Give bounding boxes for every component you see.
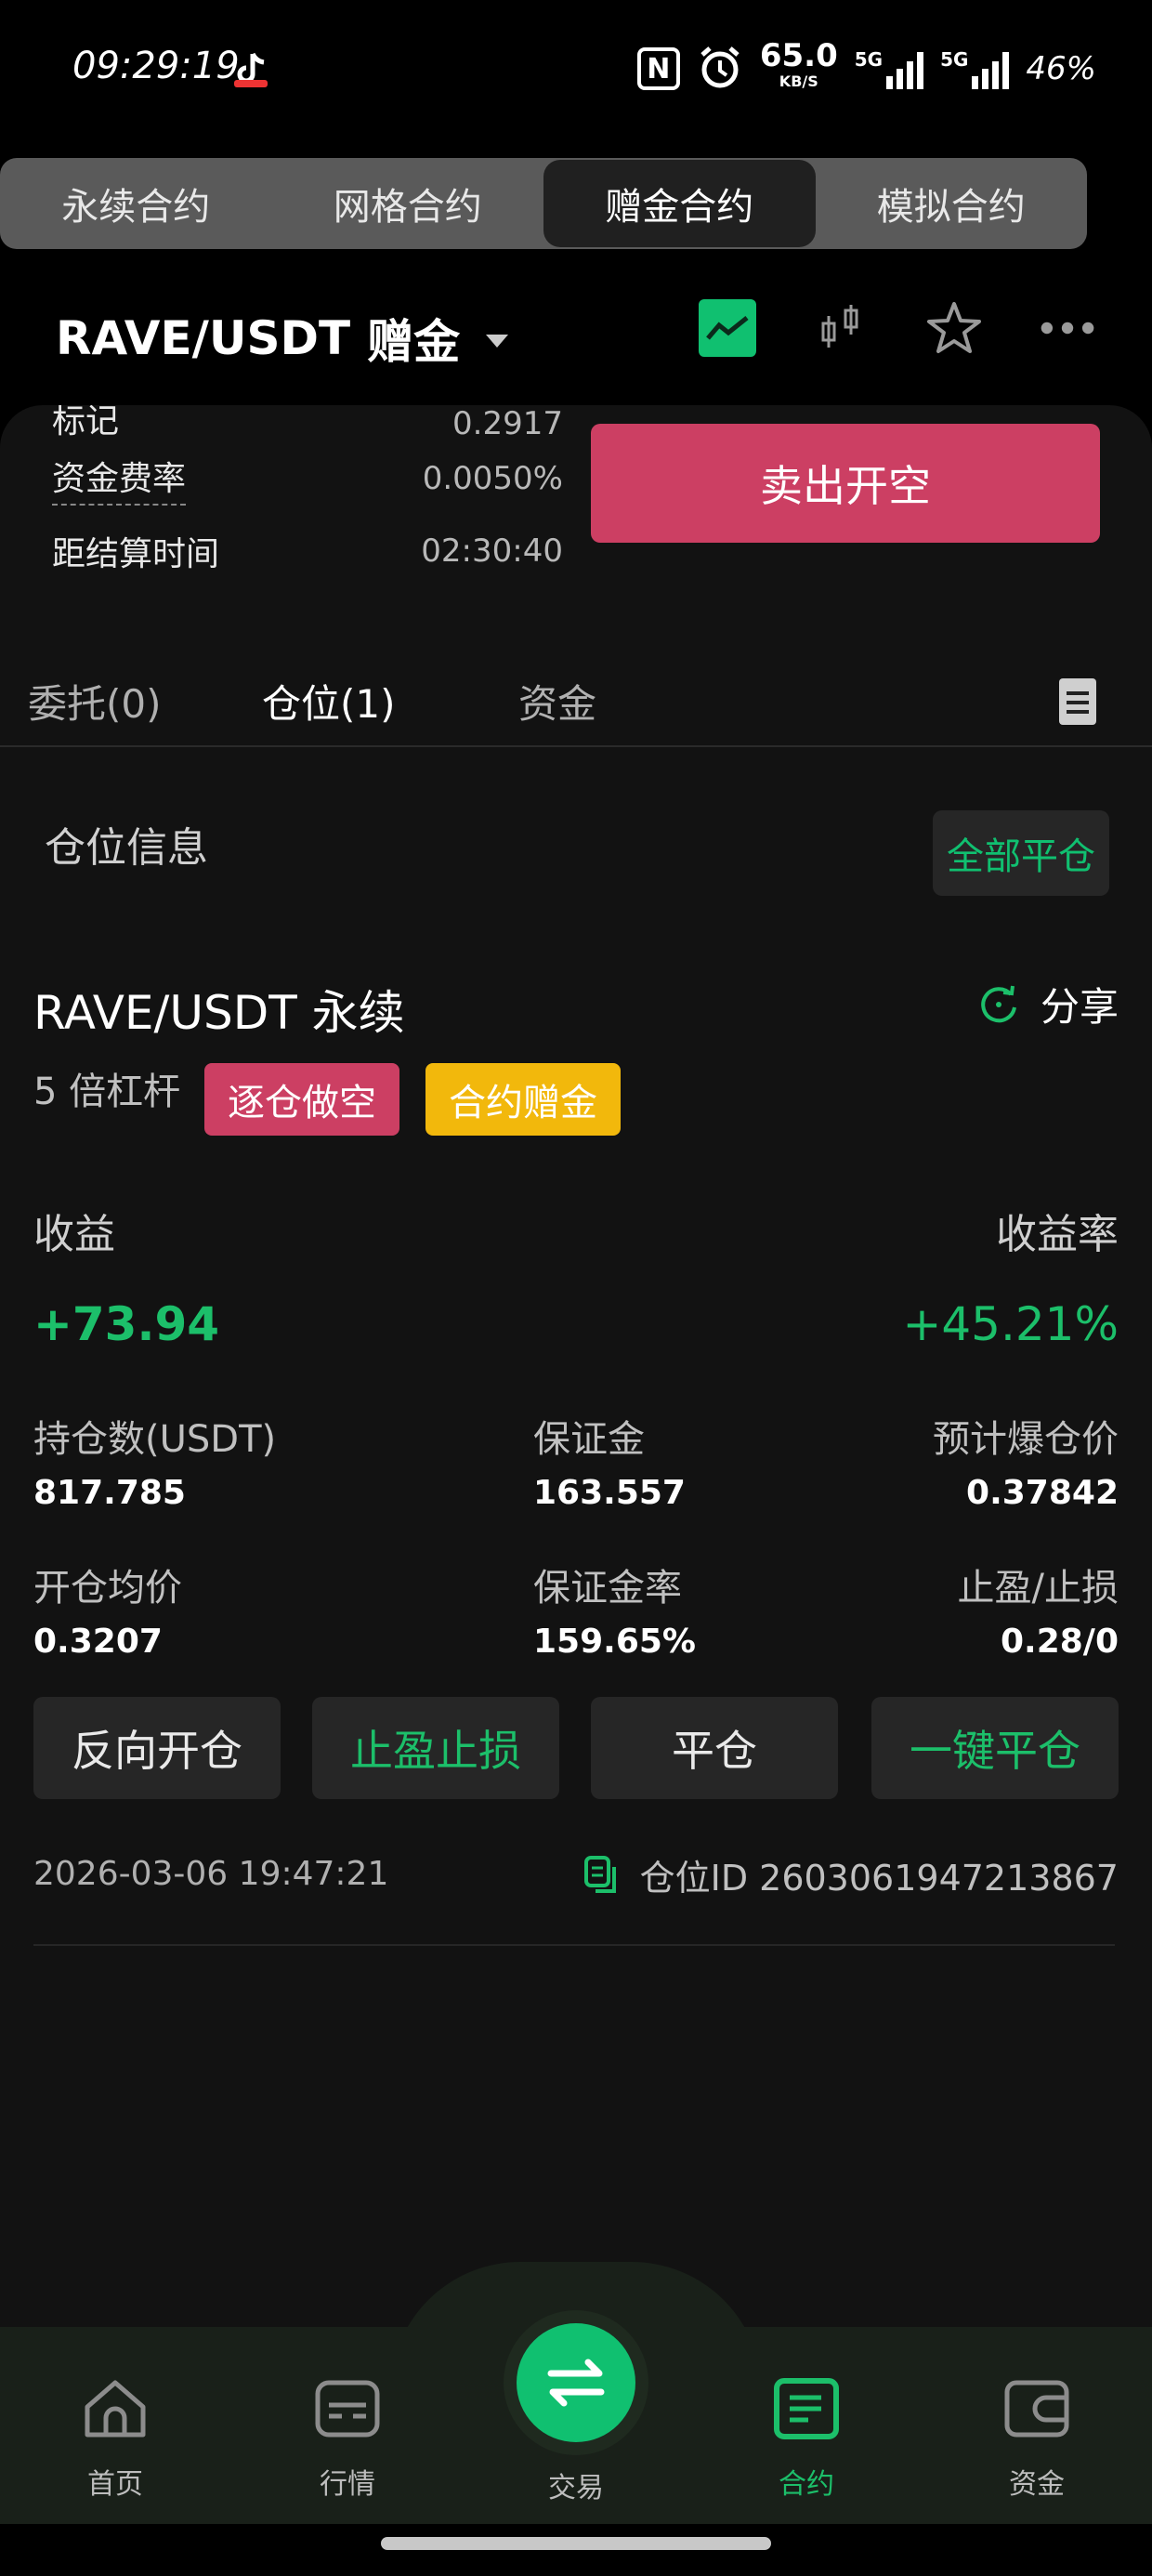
nav-futures-label: 合约	[779, 2468, 834, 2501]
tab-grid[interactable]: 网格合约	[272, 158, 544, 249]
mark-value: 0.2917	[452, 405, 563, 442]
funding-rate-label[interactable]: 资金费率	[52, 452, 187, 506]
order-list-icon[interactable]	[1059, 678, 1096, 725]
tpsl-value: 0.28/0	[1000, 1623, 1119, 1661]
close-all-button[interactable]: 全部平仓	[933, 810, 1109, 896]
more-icon[interactable]	[1039, 299, 1096, 357]
position-info-title: 仓位信息	[45, 824, 208, 872]
tab-demo[interactable]: 模拟合约	[816, 158, 1088, 249]
settlement-time-value: 02:30:40	[421, 532, 563, 570]
reverse-open-button[interactable]: 反向开仓	[33, 1697, 281, 1799]
nav-assets-label: 资金	[1009, 2468, 1065, 2501]
pair-selector[interactable]: RAVE/USDT 赠金	[56, 305, 509, 372]
tab-orders[interactable]: 委托(0)	[28, 673, 162, 729]
network-speed: 65.0 KB/S	[759, 37, 838, 90]
bonus-badge: 合约赠金	[425, 1063, 621, 1136]
roi-value: +45.21%	[902, 1297, 1119, 1351]
settlement-time-label: 距结算时间	[52, 535, 220, 573]
futures-icon	[774, 2378, 839, 2439]
roi-label: 收益率	[996, 1211, 1119, 1258]
market-info: 标记 0.2917 资金费率 0.0050% 距结算时间 02:30:40	[52, 405, 563, 587]
sell-short-button[interactable]: 卖出开空	[591, 424, 1100, 543]
alarm-icon	[697, 44, 743, 94]
nav-market-label: 行情	[320, 2468, 375, 2501]
pair-tag: 赠金	[367, 315, 461, 369]
nav-home-label: 首页	[87, 2468, 143, 2501]
tpsl-label: 止盈/止损	[957, 1567, 1119, 1610]
tab-funds[interactable]: 资金	[518, 673, 596, 729]
pair-symbol: RAVE/USDT	[56, 311, 351, 365]
tab-positions[interactable]: 仓位(1)	[262, 673, 396, 729]
tpsl-button[interactable]: 止盈止损	[312, 1697, 559, 1799]
mark-label: 标记	[52, 405, 120, 440]
position-title: RAVE/USDT 永续	[33, 986, 405, 1040]
leverage-label: 5 倍杠杆	[33, 1071, 181, 1113]
nav-home[interactable]: 首页	[41, 2375, 190, 2502]
nav-market[interactable]: 行情	[273, 2375, 422, 2502]
wallet-icon	[1004, 2380, 1069, 2438]
chart-icon[interactable]	[699, 299, 756, 357]
nav-trade-label: 交易	[548, 2472, 604, 2504]
signal-icon: 5G	[940, 48, 1010, 89]
position-size-label: 持仓数(USDT)	[33, 1418, 277, 1461]
margin-rate-label: 保证金率	[533, 1567, 682, 1610]
margin-value: 163.557	[533, 1474, 686, 1512]
liquidation-price-label: 预计爆仓价	[933, 1418, 1119, 1461]
contract-type-tabs: 永续合约 网格合约 赠金合约 模拟合约	[0, 158, 1087, 249]
home-indicator[interactable]	[381, 2537, 771, 2550]
gesture-bar-area	[0, 2524, 1152, 2576]
tab-bonus[interactable]: 赠金合约	[543, 160, 816, 247]
status-bar: 09:29:19 N 65.0 KB/S 5G 5G 46%	[0, 0, 1152, 139]
position-size-value: 817.785	[33, 1474, 186, 1512]
nav-futures[interactable]: 合约	[732, 2375, 881, 2502]
margin-label: 保证金	[533, 1418, 645, 1461]
divider	[33, 1944, 1115, 1946]
refresh-share-icon	[981, 985, 1016, 1022]
swap-icon	[547, 2359, 605, 2407]
margin-rate-value: 159.65%	[533, 1623, 696, 1661]
liquidation-price-value: 0.37842	[966, 1474, 1119, 1512]
pnl-label: 收益	[33, 1211, 115, 1258]
nav-assets[interactable]: 资金	[962, 2375, 1111, 2502]
nav-trade[interactable]	[517, 2323, 635, 2442]
quick-close-button[interactable]: 一键平仓	[871, 1697, 1119, 1799]
star-icon[interactable]	[925, 299, 983, 357]
close-position-button[interactable]: 平仓	[591, 1697, 838, 1799]
chevron-down-icon	[486, 335, 509, 348]
share-label: 分享	[1040, 984, 1119, 1030]
nfc-icon: N	[636, 47, 680, 90]
pnl-value: +73.94	[33, 1297, 220, 1351]
position-id[interactable]: 仓位ID 2603061947213867	[583, 1849, 1119, 1900]
position-timestamp: 2026-03-06 19:47:21	[33, 1855, 389, 1893]
entry-price-value: 0.3207	[33, 1623, 163, 1661]
status-time: 09:29:19	[72, 45, 240, 87]
signal-icon: 5G	[855, 48, 924, 89]
position-id-text: 仓位ID 2603061947213867	[639, 1858, 1119, 1899]
position-tabs: 委托(0) 仓位(1) 资金	[0, 645, 1152, 747]
entry-price-label: 开仓均价	[33, 1567, 182, 1610]
margin-mode-badge: 逐仓做空	[204, 1063, 399, 1136]
pair-header: RAVE/USDT 赠金	[0, 279, 1152, 390]
funding-rate-value: 0.0050%	[422, 460, 563, 497]
share-button[interactable]: 分享	[977, 976, 1119, 1032]
home-icon	[85, 2380, 146, 2438]
trade-panel: 标记 0.2917 资金费率 0.0050% 距结算时间 02:30:40 卖出…	[0, 405, 1152, 2576]
tab-perpetual[interactable]: 永续合约	[0, 158, 272, 249]
market-icon	[315, 2380, 380, 2438]
candlestick-icon[interactable]	[812, 299, 870, 357]
battery-level: 46%	[1026, 50, 1096, 87]
tiktok-icon	[230, 48, 271, 89]
copy-icon	[583, 1855, 616, 1893]
